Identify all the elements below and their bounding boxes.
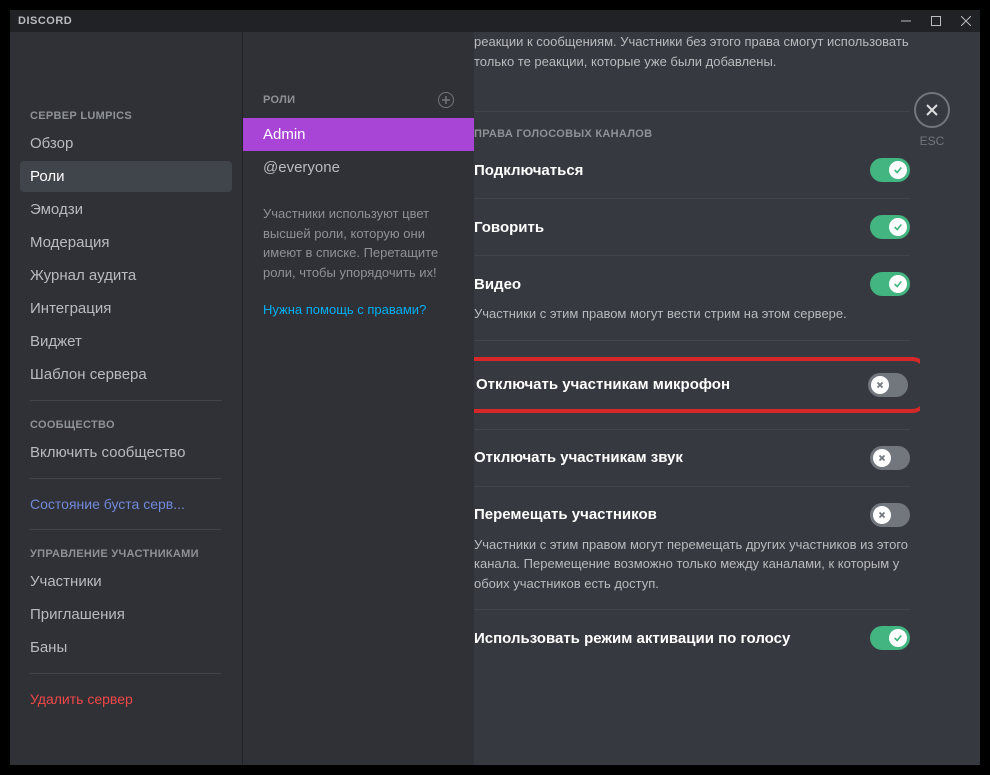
perm-video: Видео [474, 272, 910, 296]
toggle-speak[interactable] [870, 215, 910, 239]
sidebar-divider [30, 673, 222, 674]
intro-text: реакции к сообщениям. Участники без этог… [474, 32, 910, 95]
perm-label: Отключать участникам звук [474, 449, 683, 466]
divider [474, 255, 910, 256]
divider [474, 111, 910, 112]
highlighted-permission: Отключать участникам микрофон [474, 357, 920, 413]
sidebar-section-server: СЕРВЕР LUMPICS [30, 110, 232, 122]
titlebar: DISCORD [10, 10, 980, 32]
window-controls [900, 15, 972, 27]
perm-label: Перемещать участников [474, 506, 657, 523]
toggle-mute-members[interactable] [868, 373, 908, 397]
sidebar-item-widget[interactable]: Виджет [20, 326, 232, 357]
roles-note: Участники используют цвет высшей роли, к… [243, 184, 474, 292]
roles-help-link[interactable]: Нужна помощь с правами? [243, 292, 474, 327]
content-area: ESC реакции к сообщениям. Участники без … [474, 32, 980, 765]
perm-deafen-members: Отключать участникам звук [474, 446, 910, 470]
sidebar-item-members[interactable]: Участники [20, 566, 232, 597]
divider [474, 429, 910, 430]
perm-move-members: Перемещать участников [474, 503, 910, 527]
sidebar-item-invites[interactable]: Приглашения [20, 599, 232, 630]
sidebar-item-overview[interactable]: Обзор [20, 128, 232, 159]
toggle-video[interactable] [870, 272, 910, 296]
perm-label: Использовать режим активации по голосу [474, 630, 790, 647]
sidebar-section-community: СООБЩЕСТВО [30, 419, 232, 431]
roles-column: РОЛИ Admin @everyone Участники использую… [242, 32, 474, 765]
role-item-everyone[interactable]: @everyone [243, 151, 474, 184]
divider [474, 198, 910, 199]
roles-header-label: РОЛИ [263, 94, 295, 106]
perm-label: Отключать участникам микрофон [476, 376, 730, 393]
close-label: ESC [920, 134, 945, 148]
sidebar-item-bans[interactable]: Баны [20, 632, 232, 663]
sidebar-item-boost-status[interactable]: Состояние буста серв... [20, 489, 232, 519]
add-role-button[interactable] [438, 92, 454, 108]
sidebar-item-enable-community[interactable]: Включить сообщество [20, 437, 232, 468]
sidebar-item-emoji[interactable]: Эмодзи [20, 194, 232, 225]
toggle-voice-activity[interactable] [870, 626, 910, 650]
perm-label: Говорить [474, 219, 544, 236]
perm-desc: Участники с этим правом могут перемещать… [474, 535, 910, 594]
sidebar-item-delete-server[interactable]: Удалить сервер [20, 684, 232, 714]
divider [474, 340, 910, 341]
toggle-connect[interactable] [870, 158, 910, 182]
perm-connect: Подключаться [474, 158, 910, 182]
divider [474, 609, 910, 610]
perm-desc: Участники с этим правом могут вести стри… [474, 304, 910, 324]
toggle-deafen-members[interactable] [870, 446, 910, 470]
sidebar-item-moderation[interactable]: Модерация [20, 227, 232, 258]
perm-label: Подключаться [474, 162, 583, 179]
sidebar-divider [30, 400, 222, 401]
sidebar: СЕРВЕР LUMPICS Обзор Роли Эмодзи Модерац… [10, 32, 242, 765]
sidebar-divider [30, 478, 222, 479]
maximize-button[interactable] [930, 15, 942, 27]
toggle-move-members[interactable] [870, 503, 910, 527]
divider [474, 486, 910, 487]
sidebar-section-members: УПРАВЛЕНИЕ УЧАСТНИКАМИ [30, 548, 232, 560]
sidebar-item-roles[interactable]: Роли [20, 161, 232, 192]
app-name: DISCORD [18, 15, 900, 27]
sidebar-item-template[interactable]: Шаблон сервера [20, 359, 232, 390]
perm-speak: Говорить [474, 215, 910, 239]
sidebar-item-audit-log[interactable]: Журнал аудита [20, 260, 232, 291]
perm-mute-members: Отключать участникам микрофон [476, 373, 908, 397]
voice-perms-header: ПРАВА ГОЛОСОВЫХ КАНАЛОВ [474, 128, 910, 140]
role-item-admin[interactable]: Admin [243, 118, 474, 151]
minimize-button[interactable] [900, 15, 912, 27]
perm-label: Видео [474, 276, 521, 293]
sidebar-item-integrations[interactable]: Интеграция [20, 293, 232, 324]
sidebar-divider [30, 529, 222, 530]
perm-voice-activity: Использовать режим активации по голосу [474, 626, 910, 650]
close-window-button[interactable] [960, 15, 972, 27]
